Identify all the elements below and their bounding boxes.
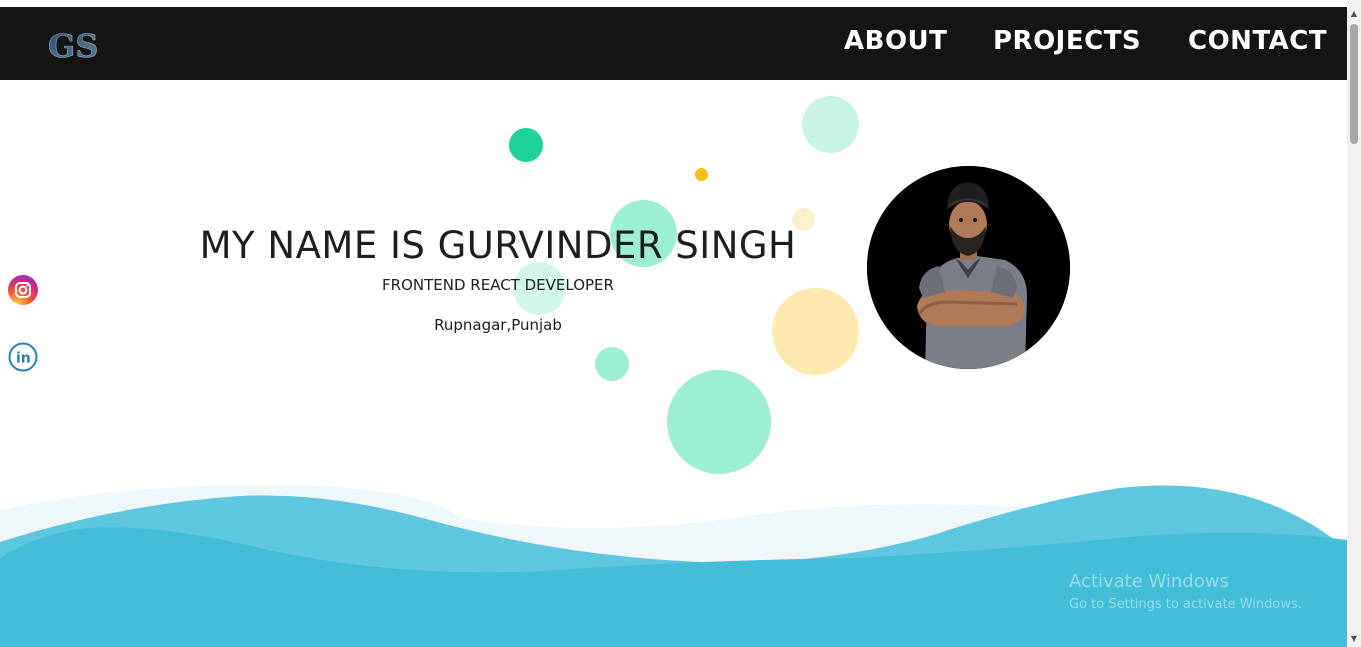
gs-logo[interactable]: GS — [47, 26, 97, 64]
nav-projects-link[interactable]: PROJECTS — [993, 26, 1141, 56]
activate-windows-title: Activate Windows — [1069, 571, 1229, 592]
wave-background — [0, 485, 1347, 647]
nav-about-link[interactable]: ABOUT — [844, 26, 947, 56]
vertical-scrollbar[interactable]: ▲ ▼ — [1347, 0, 1361, 647]
hero-location: Rupnagar,Punjab — [434, 316, 562, 334]
decor-bubble — [509, 128, 543, 162]
nav-contact-link[interactable]: CONTACT — [1188, 26, 1327, 56]
instagram-icon[interactable] — [8, 275, 38, 305]
scroll-down-arrow-icon[interactable]: ▼ — [1347, 632, 1361, 646]
hero-role: FRONTEND REACT DEVELOPER — [382, 276, 614, 294]
logo-text: GS — [48, 27, 97, 64]
hero-title: MY NAME IS GURVINDER SINGH — [199, 224, 797, 267]
top-strip — [0, 0, 1361, 7]
activate-windows-subtitle: Go to Settings to activate Windows. — [1069, 597, 1302, 612]
decor-bubble — [772, 288, 859, 375]
scrollbar-thumb[interactable] — [1350, 24, 1358, 144]
scroll-up-arrow-icon[interactable]: ▲ — [1347, 7, 1361, 21]
linkedin-icon[interactable]: in — [8, 342, 38, 372]
decor-bubble — [595, 347, 629, 381]
profile-avatar — [867, 166, 1070, 369]
decor-bubble — [802, 96, 859, 153]
navbar: GS ABOUT PROJECTS CONTACT — [0, 7, 1347, 80]
decor-bubble — [667, 370, 771, 474]
decor-bubble — [695, 168, 708, 181]
svg-text:in: in — [16, 351, 31, 367]
profile-photo — [867, 166, 1070, 369]
